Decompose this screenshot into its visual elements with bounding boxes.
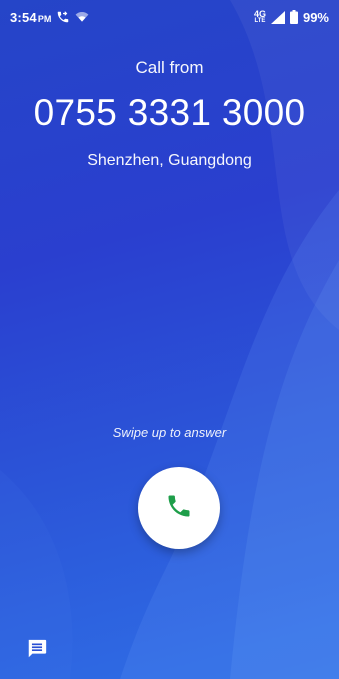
caller-location: Shenzhen, Guangdong bbox=[87, 152, 252, 169]
battery-icon bbox=[289, 10, 298, 24]
message-icon bbox=[26, 638, 48, 665]
status-left: 3:54PM bbox=[10, 10, 89, 25]
answer-call-button[interactable] bbox=[138, 467, 220, 549]
network-type: 4G LTE bbox=[253, 8, 266, 24]
reply-message-button[interactable] bbox=[24, 638, 50, 664]
status-right: 4G LTE 99% bbox=[253, 8, 329, 25]
status-bar: 3:54PM 4G LTE 99% bbox=[0, 0, 339, 34]
call-from-label: Call from bbox=[135, 58, 204, 77]
caller-number: 0755 3331 3000 bbox=[33, 92, 306, 133]
phone-icon bbox=[165, 492, 193, 525]
swipe-hint: Swipe up to answer bbox=[112, 425, 227, 440]
status-time: 3:54 bbox=[10, 9, 37, 25]
status-time-group: 3:54PM bbox=[10, 10, 51, 25]
signal-icon bbox=[270, 10, 285, 24]
incoming-call-screen: 3:54PM 4G LTE 99% Call from 0755 3331 30… bbox=[0, 0, 339, 679]
call-forward-icon bbox=[56, 10, 70, 24]
battery-percent: 99% bbox=[302, 9, 329, 25]
status-ampm: PM bbox=[37, 13, 52, 24]
wifi-calling-icon bbox=[75, 11, 89, 23]
network-type-label: 4G bbox=[253, 8, 266, 19]
network-sub-label: LTE bbox=[254, 17, 266, 24]
